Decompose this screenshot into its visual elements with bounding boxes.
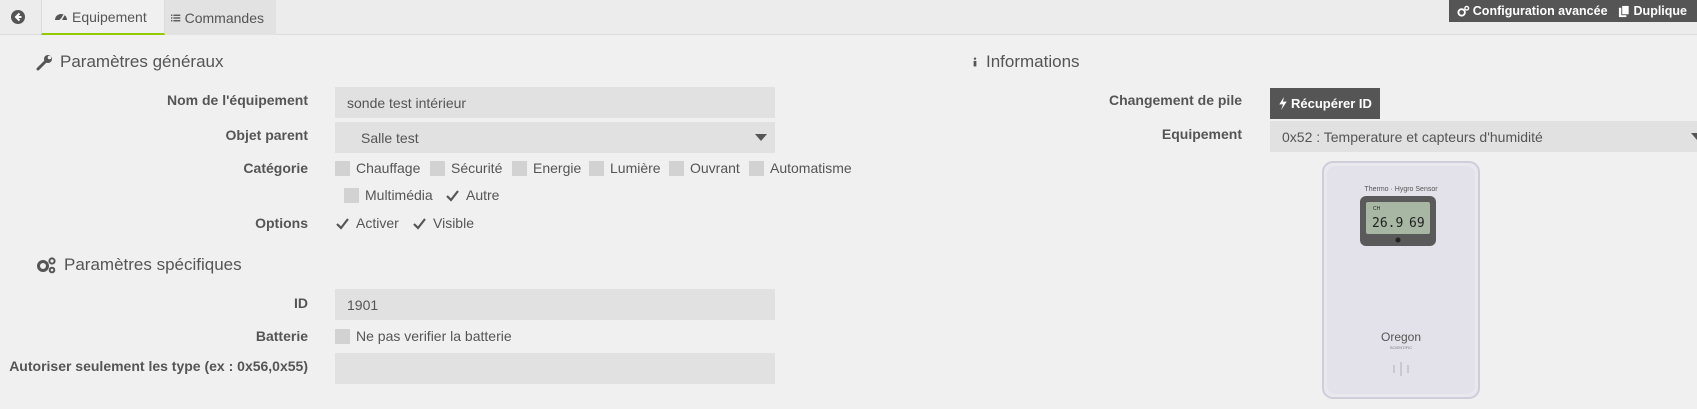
checkbox-box [412, 216, 427, 231]
copy-icon [1618, 4, 1630, 17]
duplicate-button[interactable]: Duplique [1618, 4, 1687, 18]
parent-label: Objet parent [225, 127, 308, 143]
category-checkbox[interactable]: Automatisme [749, 160, 852, 176]
category-item-label: Sécurité [451, 160, 503, 176]
sensor-temp-text: 26.9 [1372, 216, 1403, 231]
types-label: Autoriser seulement les type (ex : 0x56,… [9, 358, 308, 374]
checkbox-box [344, 187, 359, 203]
category-item-label: Lumière [610, 160, 661, 176]
category-checkbox[interactable]: Ouvrant [669, 160, 740, 176]
general-title-text: Paramètres généraux [60, 52, 224, 71]
tab-equipement[interactable]: Equipement [41, 0, 165, 35]
check-icon [336, 217, 349, 230]
tab-commandes[interactable]: Commandes [165, 0, 276, 35]
checkbox-box [335, 328, 350, 344]
dashboard-icon [55, 13, 67, 21]
cogs-icon [37, 257, 56, 274]
sensor-image: Thermo · Hygro Sensor CH 26.9 69 Oregon … [1322, 161, 1480, 399]
tab-commandes-label: Commandes [184, 9, 264, 26]
top-actions: Configuration avancée Duplique [1448, 0, 1697, 22]
name-label: Nom de l'équipement [166, 92, 308, 108]
checkbox-box [335, 160, 350, 176]
wrench-icon [36, 55, 52, 71]
checkbox-box [445, 188, 460, 203]
specific-section-title: Paramètres spécifiques [36, 255, 242, 275]
parent-object-value: Salle test [361, 129, 419, 146]
battery-checkbox[interactable]: Ne pas verifier la batterie [335, 328, 512, 344]
retrieve-id-label: Récupérer ID [1291, 96, 1372, 111]
parent-object-select[interactable]: Salle test [335, 122, 775, 153]
top-tab-bar: Equipement Commandes Configuration avanc… [0, 0, 1697, 35]
info-section-title: Informations [970, 52, 1080, 72]
battery-option-label: Ne pas verifier la batterie [356, 328, 512, 344]
back-button[interactable] [0, 0, 36, 34]
equipment-type-label: Equipement [1161, 126, 1242, 142]
category-item-label: Chauffage [356, 160, 421, 176]
category-item-label: Multimédia [365, 187, 433, 203]
types-input[interactable] [335, 353, 775, 384]
list-icon [171, 14, 181, 21]
specific-title-text: Paramètres spécifiques [64, 255, 242, 274]
tab-equipement-label: Equipement [72, 8, 147, 25]
cogs-icon [1457, 5, 1470, 17]
bolt-icon [1279, 97, 1287, 110]
category-item-label: Automatisme [770, 160, 852, 176]
advanced-config-button[interactable]: Configuration avancée [1457, 4, 1608, 18]
equipment-name-input[interactable]: sonde test intérieur [335, 87, 775, 118]
checkbox-box [335, 216, 350, 231]
category-label: Catégorie [243, 160, 308, 176]
info-title-text: Informations [986, 52, 1080, 71]
chevron-down-icon [1691, 133, 1697, 140]
battery-change-label: Changement de pile [1108, 92, 1242, 108]
category-checkbox[interactable]: Multimédia [344, 187, 433, 203]
sensor-hum-text: 69 [1409, 216, 1425, 231]
category-item-label: Autre [466, 187, 500, 203]
category-item-label: Energie [533, 160, 582, 176]
visible-label: Visible [433, 215, 474, 231]
sensor-brand-text: Oregon [1381, 330, 1421, 344]
retrieve-id-button[interactable]: Récupérer ID [1270, 88, 1380, 119]
duplicate-label: Duplique [1633, 4, 1687, 18]
check-icon [413, 217, 426, 230]
category-checkbox[interactable]: Lumière [589, 160, 661, 176]
id-label: ID [294, 295, 308, 311]
checkbox-box [430, 160, 445, 176]
category-checkbox[interactable]: Chauffage [335, 160, 420, 176]
options-label: Options [255, 215, 308, 231]
check-icon [446, 189, 459, 202]
visible-checkbox[interactable]: Visible [412, 215, 474, 231]
info-icon [973, 57, 977, 67]
checkbox-box [589, 160, 604, 176]
category-item-label: Ouvrant [690, 160, 740, 176]
equipment-type-value: 0x52 : Temperature et capteurs d'humidit… [1282, 128, 1543, 145]
equipment-name-value: sonde test intérieur [347, 94, 467, 111]
sensor-header-text: Thermo · Hygro Sensor [1364, 186, 1438, 193]
battery-label: Batterie [255, 328, 308, 344]
advanced-config-label: Configuration avancée [1472, 4, 1608, 18]
category-checkbox[interactable]: Autre [445, 187, 499, 203]
checkbox-box [512, 160, 527, 176]
general-section-title: Paramètres généraux [36, 52, 223, 72]
checkbox-box [749, 160, 764, 176]
checkbox-box [669, 160, 684, 176]
sensor-ch-text: CH [1373, 206, 1381, 212]
id-input[interactable]: 1901 [335, 289, 775, 320]
equipment-type-select[interactable]: 0x52 : Temperature et capteurs d'humidit… [1270, 121, 1697, 152]
activate-label: Activer [356, 215, 399, 231]
sensor-brand-sub-text: SCIENTIFIC [1390, 345, 1412, 350]
chevron-down-icon [755, 134, 767, 141]
category-checkbox[interactable]: Energie [512, 160, 581, 176]
activate-checkbox[interactable]: Activer [335, 215, 399, 231]
id-value: 1901 [347, 296, 379, 313]
arrow-circle-left-icon [11, 10, 25, 24]
category-checkbox[interactable]: Sécurité [430, 160, 502, 176]
